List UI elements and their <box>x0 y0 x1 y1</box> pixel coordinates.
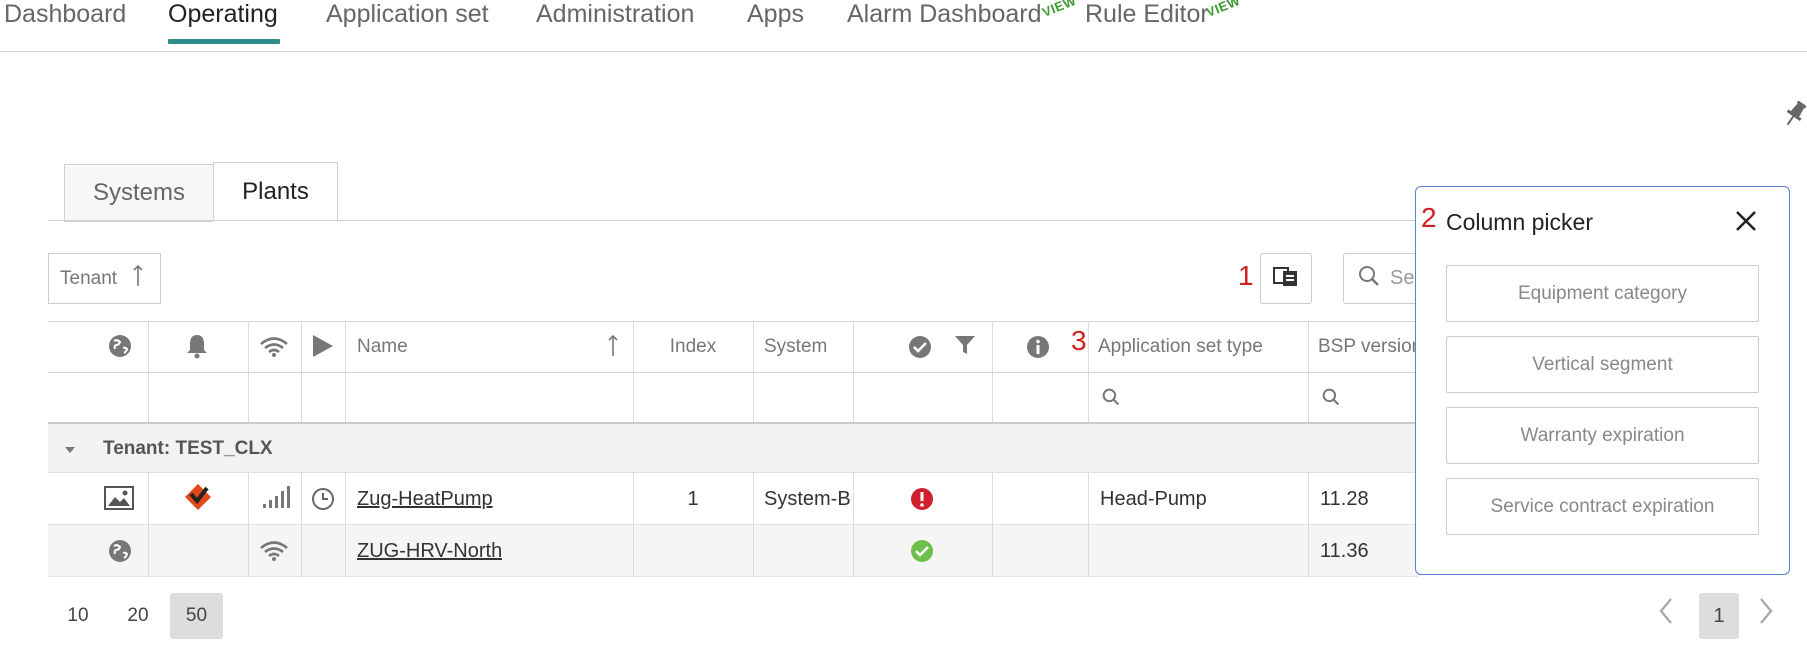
info-icon <box>1026 335 1050 359</box>
ok-status-icon <box>910 539 934 563</box>
image-icon[interactable] <box>104 486 134 510</box>
header-index[interactable]: Index <box>633 322 753 372</box>
column-picker-title: Column picker <box>1446 209 1593 235</box>
nav-operating[interactable]: Operating <box>168 0 278 28</box>
column-option-service-contract-expiration[interactable]: Service contract expiration <box>1446 478 1759 535</box>
tab-divider <box>48 220 1418 221</box>
nav-dashboard[interactable]: Dashboard <box>4 0 126 28</box>
chevron-left-icon[interactable] <box>1657 596 1675 634</box>
nav-administration[interactable]: Administration <box>536 0 694 28</box>
tab-systems[interactable]: Systems <box>64 164 214 222</box>
header-system[interactable]: System <box>764 322 827 372</box>
bsp-version-cell: 11.36 <box>1320 539 1369 562</box>
annotation-1: 1 <box>1238 260 1254 291</box>
search-placeholder: Se <box>1390 267 1415 289</box>
preview-badge: VIEW <box>1204 0 1243 20</box>
column-option-equipment-category[interactable]: Equipment category <box>1446 265 1759 322</box>
nav-alarm-dashboard[interactable]: Alarm Dashboard <box>847 0 1042 28</box>
plants-table: Name Index System Application set type B… <box>48 321 1422 581</box>
plant-name-link[interactable]: ZUG-HRV-North <box>357 525 502 577</box>
sort-arrow-icon[interactable] <box>608 334 618 358</box>
error-status-icon <box>910 487 934 511</box>
arrow-up-icon <box>133 264 143 294</box>
clock-icon <box>311 487 335 511</box>
top-navigation: Dashboard Operating Application set Admi… <box>0 0 1807 52</box>
system-cell: System-Bu <box>764 487 852 510</box>
header-name[interactable]: Name <box>357 322 408 372</box>
header-bsp-version[interactable]: BSP version <box>1318 322 1428 372</box>
tab-plants[interactable]: Plants <box>213 162 338 222</box>
group-row[interactable]: Tenant: TEST_CLX <box>48 424 1418 473</box>
sort-tenant-chip[interactable]: Tenant <box>48 253 161 304</box>
filter-search-icon[interactable] <box>1322 388 1340 406</box>
column-picker-panel: 2 Column picker Equipment category Verti… <box>1415 186 1790 575</box>
nav-application-set[interactable]: Application set <box>326 0 489 28</box>
tab-systems-label: Systems <box>92 179 185 206</box>
group-label: Tenant: TEST_CLX <box>103 437 273 459</box>
wifi-icon <box>259 540 289 562</box>
nav-apps[interactable]: Apps <box>747 0 804 28</box>
header-application-set-type[interactable]: Application set type <box>1098 322 1263 372</box>
bsp-version-cell: 11.28 <box>1320 487 1369 510</box>
filter-search-icon[interactable] <box>1102 388 1120 406</box>
annotation-2: 2 <box>1421 202 1437 233</box>
bell-icon <box>184 333 210 359</box>
check-circle-icon <box>908 335 932 359</box>
signal-strength-icon <box>262 485 290 509</box>
current-page[interactable]: 1 <box>1699 593 1739 639</box>
wifi-icon <box>259 336 289 358</box>
active-nav-indicator <box>168 39 280 44</box>
filter-icon[interactable] <box>954 334 976 356</box>
table-header-row: Name Index System Application set type B… <box>48 321 1422 373</box>
column-picker-button[interactable] <box>1260 253 1312 304</box>
table-filter-row <box>48 373 1418 424</box>
table-row[interactable]: Zug-HeatPump 1 System-Bu Head-Pump 11.28 <box>48 473 1418 525</box>
search-icon <box>1358 265 1380 293</box>
nav-rule-editor[interactable]: Rule Editor <box>1085 0 1209 28</box>
page-size-20[interactable]: 20 <box>120 593 156 639</box>
globe-icon <box>108 539 132 563</box>
column-option-warranty-expiration[interactable]: Warranty expiration <box>1446 407 1759 464</box>
play-icon <box>311 334 335 358</box>
table-row[interactable]: ZUG-HRV-North 11.36 <box>48 525 1418 577</box>
column-option-vertical-segment[interactable]: Vertical segment <box>1446 336 1759 393</box>
preview-badge: VIEW <box>1040 0 1079 20</box>
globe-icon <box>108 334 132 358</box>
chevron-right-icon[interactable] <box>1757 596 1775 634</box>
tab-plants-label: Plants <box>242 178 309 205</box>
close-icon[interactable] <box>1734 209 1758 239</box>
index-cell: 1 <box>687 487 699 510</box>
plant-name-link[interactable]: Zug-HeatPump <box>357 473 493 525</box>
columns-icon <box>1273 265 1299 292</box>
caret-down-icon[interactable] <box>63 442 77 460</box>
sort-label: Tenant <box>60 267 118 289</box>
page-size-50[interactable]: 50 <box>170 593 223 639</box>
pin-icon[interactable] <box>1783 100 1807 133</box>
page-size-10[interactable]: 10 <box>60 593 96 639</box>
alarm-badge-icon <box>183 482 213 512</box>
app-set-type-cell: Head-Pump <box>1100 487 1207 510</box>
